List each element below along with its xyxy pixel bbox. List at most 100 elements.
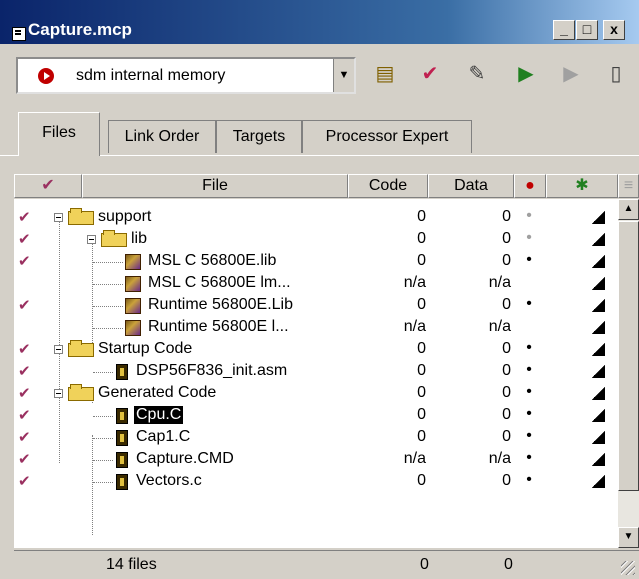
tab-files[interactable]: Files — [18, 112, 100, 156]
file-name: lib — [131, 230, 148, 247]
resize-grip-icon[interactable] — [621, 561, 635, 575]
column-options-button[interactable]: ≡ — [618, 174, 639, 198]
scroll-down-button[interactable]: ▼ — [618, 527, 639, 548]
touch-check-icon[interactable]: ✔ — [18, 296, 31, 314]
target-dot[interactable]: • — [522, 383, 536, 401]
code-column-header[interactable]: Code — [348, 174, 428, 198]
vertical-scrollbar[interactable]: ▲ ▼ — [618, 199, 639, 548]
target-dot[interactable]: • — [522, 207, 536, 225]
list-item[interactable]: ✔ support 0 0 • — [14, 207, 618, 229]
file-list[interactable]: ✔ support 0 0 • ✔ lib 0 0 • ✔ MSL C 5680… — [14, 199, 618, 548]
target-dot[interactable]: • — [522, 361, 536, 379]
file-name: MSL C 56800E lm... — [148, 274, 291, 291]
tab-processor-expert[interactable]: Processor Expert — [302, 120, 472, 153]
debug-icon[interactable]: ▶ — [512, 60, 540, 88]
list-item[interactable]: ✔ Cpu.C 0 0 • — [14, 405, 618, 427]
make-icon[interactable]: ✎ — [463, 60, 491, 88]
touch-check-icon[interactable]: ✔ — [18, 230, 31, 248]
scroll-thumb[interactable] — [618, 221, 639, 491]
touch-check-icon[interactable]: ✔ — [18, 450, 31, 468]
library-icon — [125, 254, 141, 270]
list-item[interactable]: ✔ Capture.CMD n/a n/a • — [14, 449, 618, 471]
list-item[interactable]: ✔ DSP56F836_init.asm 0 0 • — [14, 361, 618, 383]
list-item[interactable]: ✔ Runtime 56800E.Lib 0 0 • — [14, 295, 618, 317]
touch-check-icon[interactable]: ✔ — [18, 362, 31, 380]
target-dot[interactable]: • — [522, 449, 536, 467]
maximize-button[interactable]: □ — [576, 20, 598, 40]
collapse-icon[interactable] — [54, 345, 63, 354]
tree-line — [93, 372, 113, 373]
target-icon — [38, 68, 54, 84]
file-name: Generated Code — [98, 384, 217, 401]
check-icon[interactable]: ✔ — [416, 60, 444, 88]
touch-check-icon[interactable]: ✔ — [18, 340, 31, 358]
touch-check-icon[interactable]: ✔ — [18, 208, 31, 226]
code-size: 0 — [417, 362, 426, 379]
list-item[interactable]: ✔ Startup Code 0 0 • — [14, 339, 618, 361]
data-column-header[interactable]: Data — [428, 174, 514, 198]
tab-link-order[interactable]: Link Order — [108, 120, 216, 153]
close-button[interactable]: x — [603, 20, 625, 40]
run-icon[interactable]: ▶ — [557, 60, 585, 88]
list-item[interactable]: ✔ lib 0 0 • — [14, 229, 618, 251]
debug-toggle-icon[interactable] — [592, 409, 605, 422]
debug-toggle-icon[interactable] — [592, 255, 605, 268]
debug-column-icon[interactable]: ✱ — [546, 174, 618, 198]
target-dropdown[interactable]: sdm internal memory ▼ — [16, 57, 356, 94]
debug-toggle-icon[interactable] — [592, 365, 605, 378]
touch-check-icon[interactable]: ✔ — [18, 384, 31, 402]
debug-toggle-icon[interactable] — [592, 321, 605, 334]
list-item[interactable]: ✔ Cap1.C 0 0 • — [14, 427, 618, 449]
target-dot[interactable]: • — [522, 295, 536, 313]
file-name: Vectors.c — [136, 472, 202, 489]
project-file-icon — [12, 27, 26, 41]
debug-toggle-icon[interactable] — [592, 475, 605, 488]
settings-icon[interactable]: ▤ — [371, 60, 399, 88]
target-dot[interactable]: • — [522, 405, 536, 423]
debug-toggle-icon[interactable] — [592, 453, 605, 466]
list-item[interactable]: ✔ MSL C 56800E.lib 0 0 • — [14, 251, 618, 273]
target-column-icon[interactable]: ● — [514, 174, 546, 198]
touch-column-header[interactable]: ✔ — [14, 174, 82, 198]
tab-targets[interactable]: Targets — [216, 120, 302, 153]
debug-toggle-icon[interactable] — [592, 431, 605, 444]
list-item[interactable]: ✔ Vectors.c 0 0 • — [14, 471, 618, 493]
file-column-header[interactable]: File — [82, 174, 348, 198]
tree-line — [93, 460, 113, 461]
data-size: 0 — [502, 340, 511, 357]
target-dot[interactable]: • — [522, 339, 536, 357]
touch-check-icon[interactable]: ✔ — [18, 428, 31, 446]
target-dropdown-value: sdm internal memory — [76, 67, 226, 84]
title-bar[interactable]: Capture.mcp _ □ x — [0, 0, 639, 44]
remote-icon[interactable]: ▯ — [602, 60, 630, 88]
file-name: Runtime 56800E.Lib — [148, 296, 293, 313]
collapse-icon[interactable] — [54, 213, 63, 222]
list-item[interactable]: Runtime 56800E l... n/a n/a — [14, 317, 618, 339]
list-item[interactable]: MSL C 56800E lm... n/a n/a — [14, 273, 618, 295]
data-size: 0 — [502, 406, 511, 423]
debug-toggle-icon[interactable] — [592, 387, 605, 400]
minimize-button[interactable]: _ — [553, 20, 575, 40]
folder-icon — [68, 340, 94, 357]
scroll-up-button[interactable]: ▲ — [618, 199, 639, 220]
debug-toggle-icon[interactable] — [592, 233, 605, 246]
target-dot[interactable]: • — [522, 427, 536, 445]
debug-toggle-icon[interactable] — [592, 343, 605, 356]
target-dot[interactable]: • — [522, 251, 536, 269]
list-item[interactable]: ✔ Generated Code 0 0 • — [14, 383, 618, 405]
collapse-icon[interactable] — [87, 235, 96, 244]
tree-line — [93, 262, 123, 263]
target-dot[interactable]: • — [522, 229, 536, 247]
touch-check-icon[interactable]: ✔ — [18, 472, 31, 490]
target-dot[interactable]: • — [522, 471, 536, 489]
touch-check-icon[interactable]: ✔ — [18, 406, 31, 424]
debug-toggle-icon[interactable] — [592, 211, 605, 224]
data-size: 0 — [502, 296, 511, 313]
folder-icon — [68, 384, 94, 401]
collapse-icon[interactable] — [54, 389, 63, 398]
data-size: 0 — [502, 208, 511, 225]
touch-check-icon[interactable]: ✔ — [18, 252, 31, 270]
chevron-down-icon[interactable]: ▼ — [333, 59, 354, 92]
debug-toggle-icon[interactable] — [592, 299, 605, 312]
debug-toggle-icon[interactable] — [592, 277, 605, 290]
